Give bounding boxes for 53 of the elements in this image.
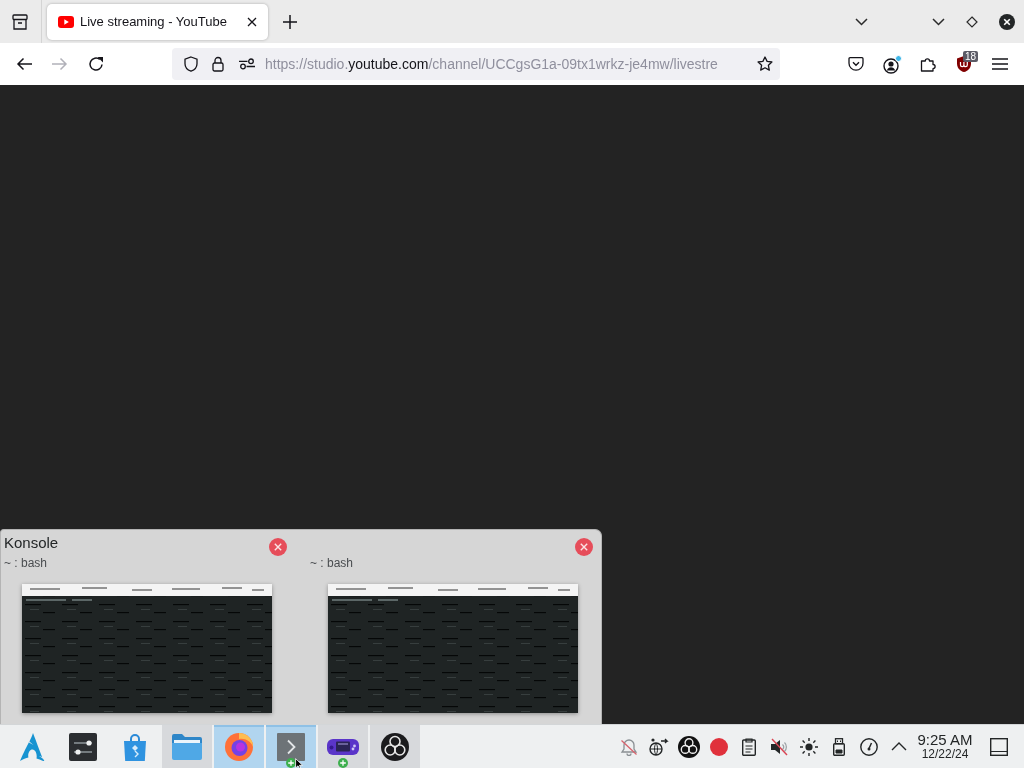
gauge-icon[interactable] <box>860 737 878 756</box>
extension-button[interactable]: 18 <box>948 48 980 80</box>
close-icon <box>269 538 287 556</box>
close-icon <box>575 538 593 556</box>
browser-tab[interactable]: Live streaming - YouTube <box>47 3 268 40</box>
globe-arrow-icon[interactable] <box>649 737 669 756</box>
desktop-icon[interactable] <box>990 737 1008 756</box>
record-icon[interactable] <box>710 737 728 756</box>
speaker-muted-icon[interactable] <box>770 737 788 756</box>
puzzle-piece-icon <box>920 56 936 72</box>
shield-icon <box>184 56 198 72</box>
window-title: ~ : bash <box>4 556 48 570</box>
app-title: Konsole <box>4 534 59 552</box>
play-logo-icon <box>58 15 74 28</box>
diamond-icon <box>966 15 978 28</box>
arrow-right-icon <box>52 57 68 71</box>
count-badge: 18 <box>963 51 979 62</box>
globe-logo-icon <box>225 732 253 761</box>
aperture-logo-icon <box>381 732 409 761</box>
brightness-icon[interactable] <box>800 737 818 756</box>
taskbar-button[interactable] <box>370 725 420 768</box>
lock-icon <box>212 56 224 72</box>
aperture-logo-icon[interactable] <box>678 735 700 758</box>
bell-muted-icon[interactable] <box>620 737 638 756</box>
star-icon <box>757 56 773 72</box>
taskbar-button[interactable] <box>318 725 368 768</box>
mouse-pointer-icon <box>295 758 304 768</box>
mixer-sliders-icon <box>69 732 97 761</box>
folder-icon <box>172 733 202 760</box>
handheld-console-icon <box>327 737 359 756</box>
url-text: https://studio.youtube.com/channel/UCCgsG1a-09tx1wrkz-je4mw/livestre <box>265 56 718 72</box>
reload-icon <box>88 56 104 72</box>
chevron-down-icon <box>854 17 868 26</box>
menu-icon <box>992 58 1008 70</box>
launcher-icon <box>20 732 46 761</box>
terminal-icon <box>277 732 305 761</box>
plus-icon <box>283 14 297 29</box>
address-bar[interactable]: https://studio.youtube.com/channel/UCCgsG1a-09tx1wrkz-je4mw/livestre <box>172 48 780 80</box>
close-icon <box>999 13 1015 30</box>
account-icon <box>882 54 902 74</box>
chevron-down-icon <box>931 17 945 26</box>
clock-time[interactable]: 9:25 AM <box>917 732 973 748</box>
close-icon <box>247 16 257 27</box>
shopping-bag-icon <box>122 732 148 761</box>
clipboard-icon[interactable] <box>742 737 756 756</box>
chevron-up-icon[interactable] <box>891 742 907 751</box>
window-title: ~ : bash <box>310 556 354 570</box>
pouch-icon <box>848 56 864 72</box>
clock-date[interactable]: 12/22/24 <box>921 748 969 761</box>
toggle-sliders-icon <box>239 58 255 70</box>
usb-drive-icon[interactable] <box>833 737 845 756</box>
arrow-left-icon <box>16 57 32 71</box>
archive-box-icon <box>12 13 28 30</box>
